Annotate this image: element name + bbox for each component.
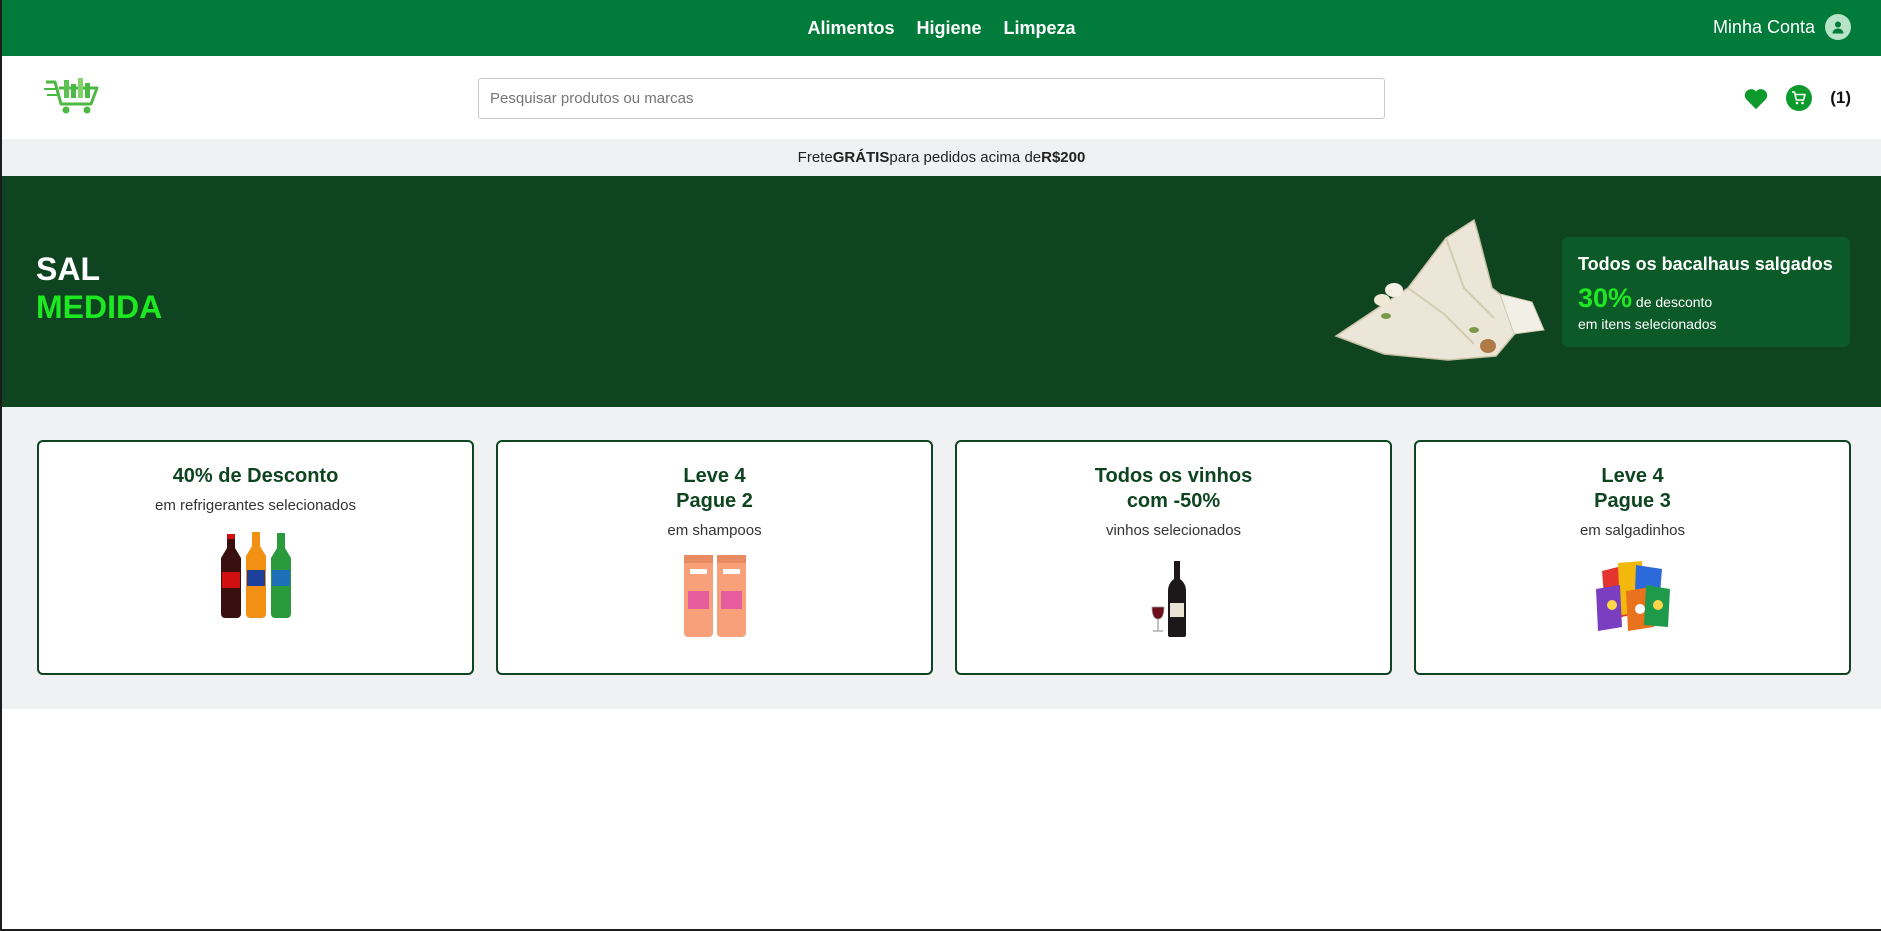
card-title: Leve 4 Pague 3 bbox=[1416, 464, 1849, 514]
category-menu: Alimentos Higiene Limpeza bbox=[2, 0, 1881, 56]
card-title-line-2: Pague 3 bbox=[1594, 490, 1671, 512]
promotion-cards: 40% de Desconto em refrigerantes selecio… bbox=[2, 407, 1881, 709]
top-navigation: Alimentos Higiene Limpeza Minha Conta bbox=[2, 0, 1881, 56]
card-title-line-1: 40% de Desconto bbox=[172, 465, 339, 487]
codfish-image bbox=[1324, 218, 1546, 364]
account-link[interactable]: Minha Conta bbox=[1713, 14, 1851, 40]
card-title-line-1: Leve 4 bbox=[1601, 465, 1664, 487]
card-title-line-2: Pague 2 bbox=[676, 490, 753, 512]
promo-card-snacks[interactable]: Leve 4 Pague 3 em salgadinhos bbox=[1414, 440, 1851, 675]
promo-percent: 30% bbox=[1578, 283, 1633, 313]
promo-subtitle: em itens selecionados bbox=[1578, 316, 1717, 332]
card-subtitle: em refrigerantes selecionados bbox=[155, 497, 356, 514]
search-input[interactable] bbox=[478, 78, 1385, 119]
card-title: 40% de Desconto bbox=[39, 464, 472, 489]
card-title: Leve 4 Pague 2 bbox=[498, 464, 931, 514]
account-label: Minha Conta bbox=[1712, 16, 1815, 37]
free-shipping-strip: Frete GRÁTIS para pedidos acima de R$200 bbox=[2, 139, 1881, 176]
brand-line-1: SAL bbox=[36, 251, 100, 287]
card-subtitle: vinhos selecionados bbox=[1105, 522, 1242, 539]
promo-card-wine[interactable]: Todos os vinhos com -50% vinhos selecion… bbox=[955, 440, 1392, 675]
cart-count: (1) bbox=[1830, 88, 1851, 107]
card-title-line-1: Leve 4 bbox=[683, 465, 746, 487]
shopping-cart-logo[interactable] bbox=[44, 76, 102, 116]
promo-title: Todos os bacalhaus salgados bbox=[1578, 254, 1833, 274]
brand-line-2: MEDIDA bbox=[36, 289, 163, 325]
shipping-middle: para pedidos acima de bbox=[889, 149, 1042, 166]
wine-bottle-image bbox=[1151, 561, 1186, 637]
shipping-amount: R$200 bbox=[1041, 149, 1086, 166]
promo-box[interactable]: Todos os bacalhaus salgados 30% de desco… bbox=[1562, 237, 1850, 347]
card-title-line-1: Todos os vinhos bbox=[1094, 465, 1253, 487]
card-title-line-2: com -50% bbox=[1126, 490, 1221, 512]
site-header: (1) bbox=[2, 56, 1881, 139]
shipping-prefix: Frete bbox=[797, 149, 833, 166]
card-subtitle: em salgadinhos bbox=[1579, 522, 1686, 539]
user-icon bbox=[1825, 14, 1851, 40]
promo-percent-suffix: de desconto bbox=[1632, 294, 1713, 310]
shampoo-bottles-image bbox=[683, 555, 746, 637]
promo-discount: 30% de desconto bbox=[1578, 283, 1834, 314]
promo-card-soda[interactable]: 40% de Desconto em refrigerantes selecio… bbox=[37, 440, 474, 675]
menu-item-limpeza[interactable]: Limpeza bbox=[1004, 18, 1076, 39]
menu-item-higiene[interactable]: Higiene bbox=[916, 18, 981, 39]
soda-bottles-image bbox=[220, 532, 291, 618]
header-actions: (1) bbox=[1742, 84, 1851, 112]
snack-bags-image bbox=[1595, 561, 1670, 631]
card-title: Todos os vinhos com -50% bbox=[957, 464, 1390, 514]
heart-icon[interactable] bbox=[1742, 84, 1770, 112]
hero-banner: SAL MEDIDA Todos os bacalhaus salgados 3… bbox=[2, 176, 1881, 407]
menu-item-alimentos[interactable]: Alimentos bbox=[807, 18, 894, 39]
promo-card-shampoo[interactable]: Leve 4 Pague 2 em shampoos bbox=[496, 440, 933, 675]
shipping-free: GRÁTIS bbox=[832, 149, 890, 166]
card-subtitle: em shampoos bbox=[667, 522, 762, 539]
cart-icon[interactable] bbox=[1786, 85, 1813, 111]
